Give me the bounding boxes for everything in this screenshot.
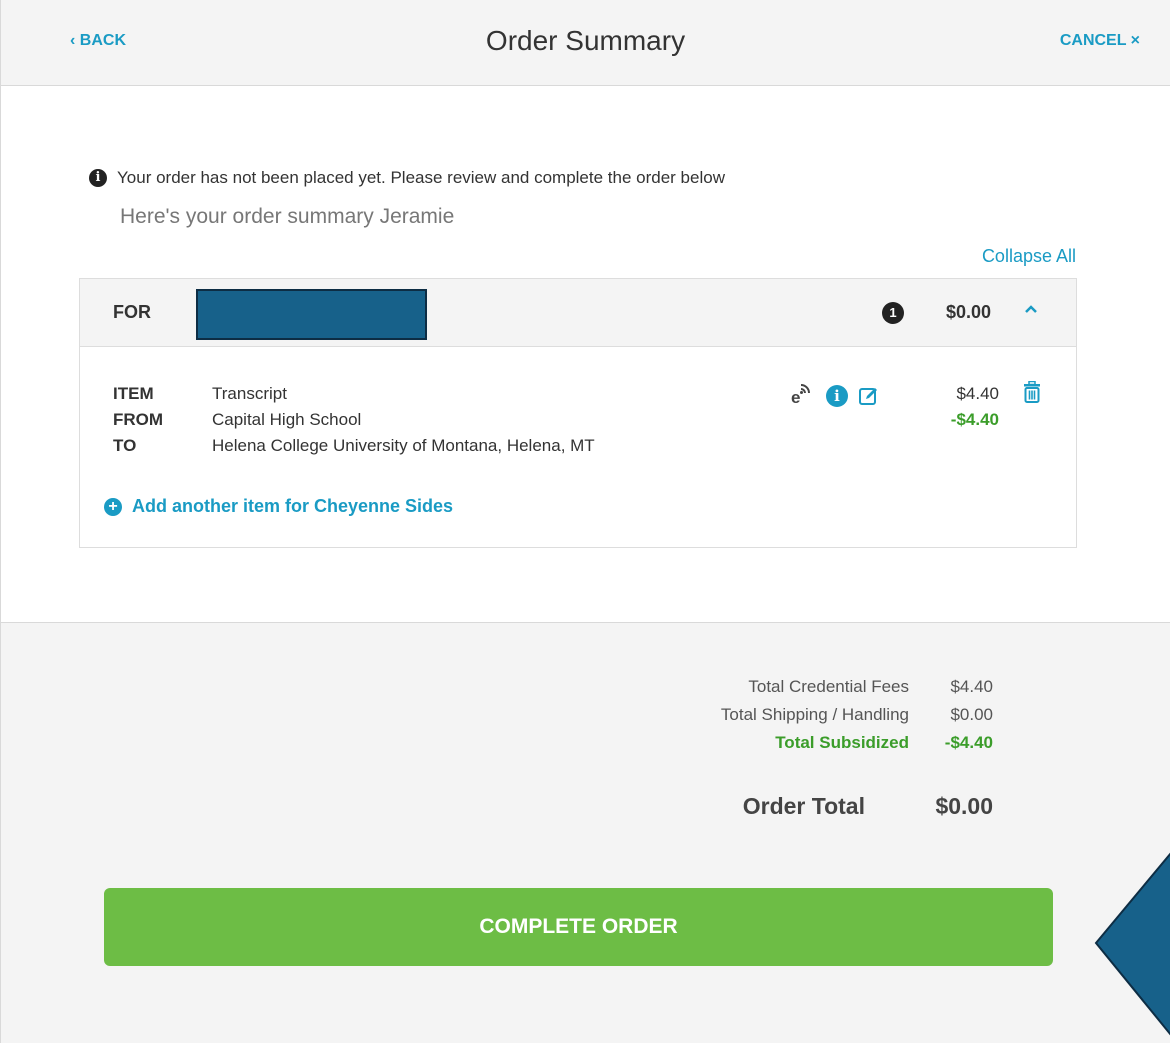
page-title: Order Summary xyxy=(485,25,686,56)
order-total-value: $0.00 xyxy=(935,793,993,819)
notice-text: Your order has not been placed yet. Plea… xyxy=(117,168,725,187)
cancel-link[interactable]: CANCEL × xyxy=(1060,32,1140,50)
subsidized-label: Total Subsidized xyxy=(775,733,909,752)
item-price: $4.40 xyxy=(956,384,999,403)
plus-circle-icon: + xyxy=(104,497,122,516)
item-subsidy: -$4.40 xyxy=(950,410,999,429)
subsidized-value: -$4.40 xyxy=(944,733,993,752)
collapse-all-link[interactable]: Collapse All xyxy=(982,246,1076,267)
recipient-total: $0.00 xyxy=(946,302,992,322)
credential-fees-value: $4.40 xyxy=(950,677,993,696)
to-value: Helena College University of Montana, He… xyxy=(212,436,595,455)
subsidized-row: Total Subsidized -$4.40 xyxy=(721,729,993,757)
add-item-link[interactable]: + Add another item for Cheyenne Sides xyxy=(104,496,453,517)
item-count-badge: 1 xyxy=(882,302,904,324)
edit-icon[interactable] xyxy=(858,385,880,407)
info-icon[interactable]: i xyxy=(826,384,848,407)
e-delivery-icon: e xyxy=(790,381,816,410)
credential-fees-label: Total Credential Fees xyxy=(748,677,909,696)
totals-section: Total Credential Fees $4.40 Total Shippi… xyxy=(1,622,1170,1043)
redacted-name-block xyxy=(196,289,427,340)
totals-table: Total Credential Fees $4.40 Total Shippi… xyxy=(721,673,993,757)
order-notice: i Your order has not been placed yet. Pl… xyxy=(89,168,725,188)
shipping-value: $0.00 xyxy=(950,705,993,724)
from-key: FROM xyxy=(113,410,164,429)
to-key: TO xyxy=(113,436,137,455)
trash-icon[interactable] xyxy=(1022,380,1042,403)
svg-text:e: e xyxy=(791,388,800,405)
complete-order-button[interactable]: COMPLETE ORDER xyxy=(104,888,1053,966)
credential-fees-row: Total Credential Fees $4.40 xyxy=(721,673,993,701)
order-summary-page: ‹ BACK Order Summary CANCEL × i Your ord… xyxy=(0,0,1170,1043)
from-row: FROM Capital High School xyxy=(113,407,595,433)
order-total-label: Order Total xyxy=(742,793,865,819)
to-row: TO Helena College University of Montana,… xyxy=(113,433,595,459)
header-bar: ‹ BACK Order Summary CANCEL × xyxy=(1,0,1170,86)
item-actions: e i xyxy=(790,381,880,410)
item-key: ITEM xyxy=(113,384,154,403)
shipping-row: Total Shipping / Handling $0.00 xyxy=(721,701,993,729)
for-label: FOR xyxy=(113,302,151,322)
recipient-card: FOR 1 $0.00 ITEM Transcript FROM Capital… xyxy=(79,278,1077,548)
from-value: Capital High School xyxy=(212,410,362,429)
info-circle-icon: i xyxy=(89,169,107,187)
decorative-arrow-pointer xyxy=(1091,843,1170,1043)
item-price-column: $4.40 -$4.40 xyxy=(946,381,999,433)
recipient-card-header[interactable]: FOR 1 $0.00 xyxy=(80,279,1076,347)
item-row: ITEM Transcript xyxy=(113,381,595,407)
shipping-label: Total Shipping / Handling xyxy=(720,705,909,724)
add-item-label: Add another item for Cheyenne Sides xyxy=(132,496,454,516)
chevron-up-icon[interactable] xyxy=(1024,301,1038,319)
item-value: Transcript xyxy=(212,384,287,403)
greeting-text: Here's your order summary Jeramie xyxy=(120,205,455,228)
order-total-row: Order Total $0.00 xyxy=(743,793,993,820)
item-details: ITEM Transcript FROM Capital High School… xyxy=(113,381,595,459)
